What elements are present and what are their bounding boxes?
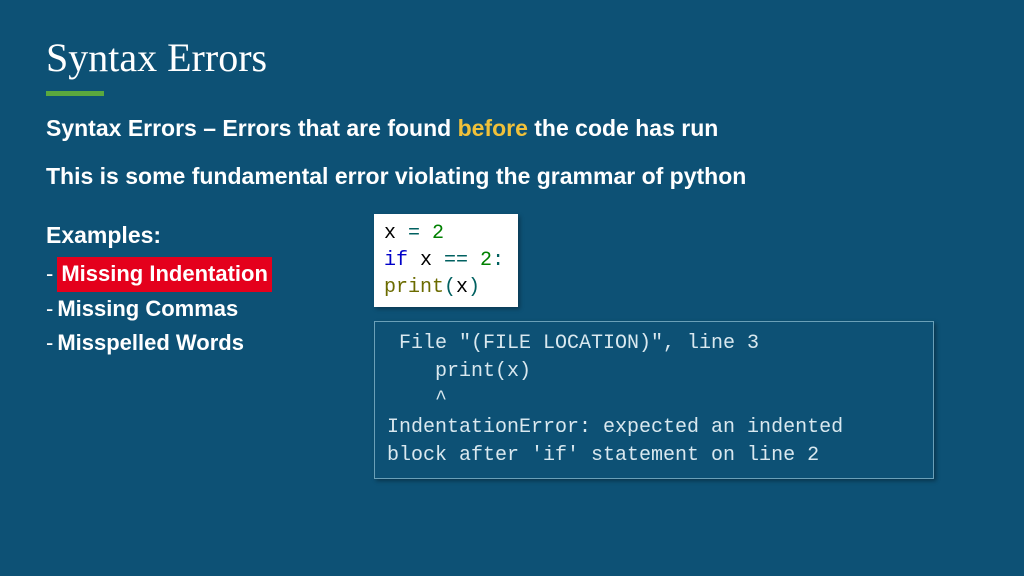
list-item: -Missing Commas: [46, 292, 346, 326]
code-column: x = 2 if x == 2: print(x) File "(FILE LO…: [374, 214, 978, 479]
content-columns: Examples: -Missing Indentation -Missing …: [46, 214, 978, 479]
list-item: -Missing Indentation: [46, 257, 346, 292]
example-text: Missing Commas: [57, 296, 238, 321]
def-suffix: the code has run: [528, 115, 718, 141]
code-snippet: x = 2 if x == 2: print(x): [374, 214, 518, 307]
error-output: File "(FILE LOCATION)", line 3 print(x) …: [374, 321, 934, 479]
code-token: if: [384, 249, 420, 272]
def-highlight: before: [458, 115, 528, 141]
bullet-dash: -: [46, 261, 53, 286]
def-prefix: Syntax Errors – Errors that are found: [46, 115, 458, 141]
slide-title: Syntax Errors: [46, 34, 978, 81]
code-token: ): [468, 276, 480, 299]
list-item: -Misspelled Words: [46, 326, 346, 360]
examples-heading: Examples:: [46, 222, 346, 249]
bullet-dash: -: [46, 296, 53, 321]
code-token: x: [456, 276, 468, 299]
code-token: (: [444, 276, 456, 299]
title-underline: [46, 91, 104, 96]
code-line: if x == 2:: [384, 247, 504, 274]
description-line: This is some fundamental error violating…: [46, 162, 978, 192]
code-line: print(x): [384, 274, 504, 301]
code-token: =: [408, 222, 432, 245]
definition-line: Syntax Errors – Errors that are found be…: [46, 114, 978, 144]
code-token: 2: [432, 222, 444, 245]
examples-column: Examples: -Missing Indentation -Missing …: [46, 214, 346, 479]
example-text: Misspelled Words: [57, 330, 244, 355]
example-highlighted: Missing Indentation: [57, 257, 272, 292]
code-token: print: [384, 276, 444, 299]
code-token: ==: [444, 249, 480, 272]
code-line: x = 2: [384, 220, 504, 247]
code-token: 2: [480, 249, 492, 272]
code-token: x: [384, 222, 408, 245]
code-token: :: [492, 249, 504, 272]
code-token: x: [420, 249, 444, 272]
bullet-dash: -: [46, 330, 53, 355]
